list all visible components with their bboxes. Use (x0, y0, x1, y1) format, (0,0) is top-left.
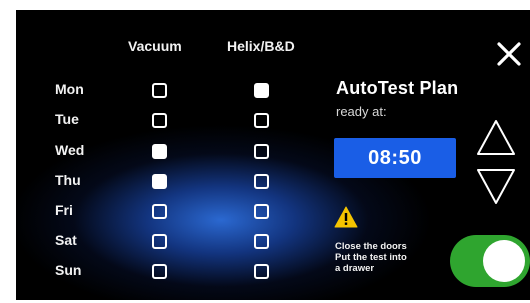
day-label-thu: Thu (55, 172, 81, 188)
checkbox-vacuum-thu[interactable] (152, 174, 167, 189)
checkbox-helix-tue[interactable] (254, 113, 269, 128)
day-label-sat: Sat (55, 232, 77, 248)
arrow-up-icon[interactable] (475, 118, 517, 158)
day-label-tue: Tue (55, 111, 79, 127)
autotest-toggle[interactable] (450, 235, 530, 287)
checkbox-helix-thu[interactable] (254, 174, 269, 189)
plan-title: AutoTest Plan (336, 78, 459, 98)
checkbox-vacuum-wed[interactable] (152, 144, 167, 159)
helix-column-header: Helix/B&D (227, 38, 295, 54)
day-label-sun: Sun (55, 262, 82, 278)
checkbox-helix-sun[interactable] (254, 264, 269, 279)
arrow-down-icon[interactable] (475, 166, 517, 206)
close-icon[interactable] (495, 40, 523, 68)
toggle-knob[interactable] (483, 240, 525, 282)
checkbox-helix-sat[interactable] (254, 234, 269, 249)
checkbox-helix-fri[interactable] (254, 204, 269, 219)
day-label-wed: Wed (55, 142, 85, 158)
warning-line-2: Put the test into (335, 252, 407, 263)
checkbox-helix-wed[interactable] (254, 144, 269, 159)
checkbox-vacuum-fri[interactable] (152, 204, 167, 219)
autotest-screen: Vacuum Helix/B&D Mon Tue Wed Thu Fri Sat… (16, 10, 530, 300)
warning-line-3: a drawer (335, 263, 375, 274)
checkbox-vacuum-sun[interactable] (152, 264, 167, 279)
warning-line-1: Close the doors (335, 241, 407, 252)
day-label-fri: Fri (55, 202, 73, 218)
checkbox-vacuum-mon[interactable] (152, 83, 167, 98)
warning-message: Close the doors Put the test into a draw… (335, 241, 447, 274)
vacuum-column-header: Vacuum (128, 38, 182, 54)
checkbox-vacuum-sat[interactable] (152, 234, 167, 249)
ready-time-display[interactable]: 08:50 (334, 138, 456, 178)
ready-at-label: ready at: (336, 104, 387, 119)
checkbox-helix-mon[interactable] (254, 83, 269, 98)
checkbox-vacuum-tue[interactable] (152, 113, 167, 128)
warning-icon (334, 206, 358, 228)
day-label-mon: Mon (55, 81, 84, 97)
